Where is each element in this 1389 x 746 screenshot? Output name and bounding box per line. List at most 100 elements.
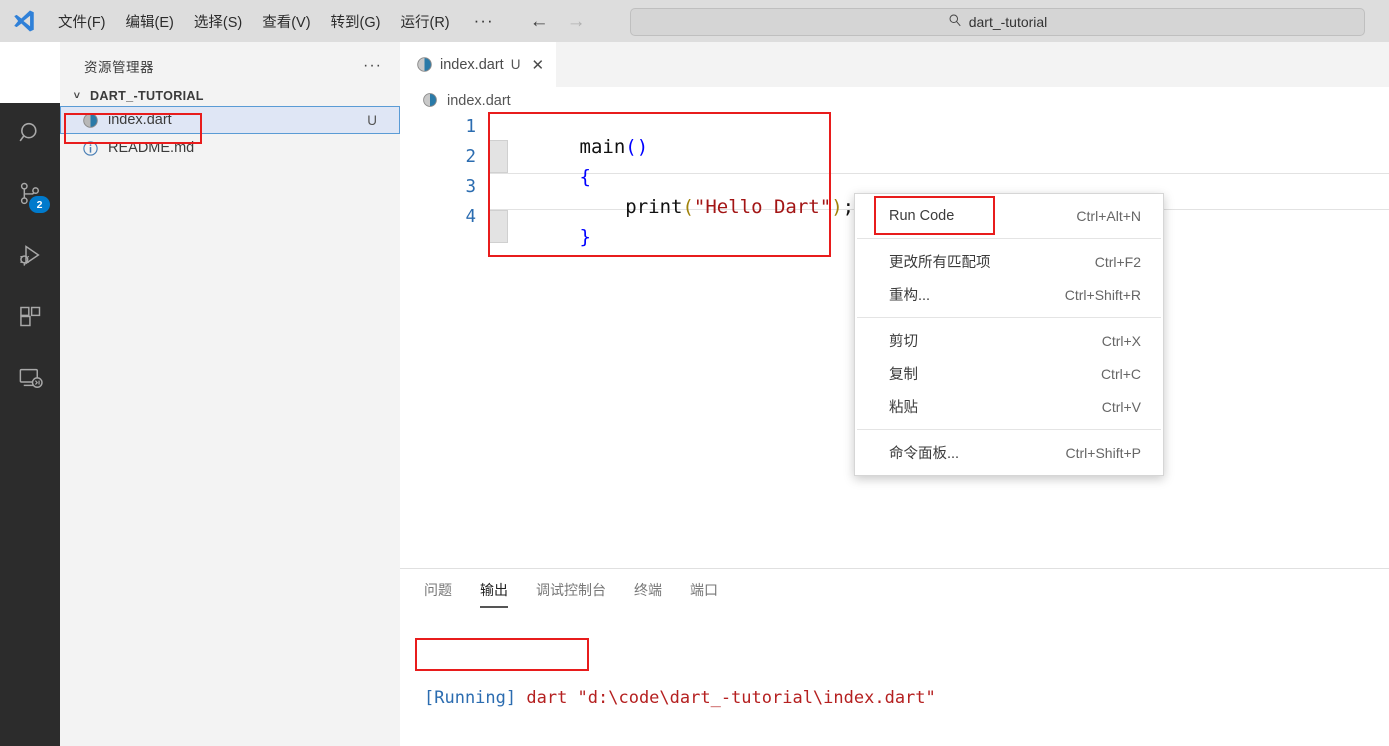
context-menu-shortcut: Ctrl+Shift+R — [1064, 286, 1141, 303]
token-close-brace: } — [579, 226, 591, 248]
file-item-index-dart[interactable]: index.dart U — [60, 106, 400, 134]
panel-tab-bar: 问题 输出 调试控制台 终端 端口 — [400, 569, 1389, 609]
line-number-4: 4 — [465, 207, 476, 227]
arrow-left-icon[interactable]: ← — [530, 12, 549, 31]
context-menu-shortcut: Ctrl+Alt+N — [1076, 207, 1141, 224]
search-input-value: dart_-tutorial — [968, 14, 1048, 30]
editor-tab-strip: index.dart U ✕ — [400, 42, 1389, 87]
context-menu-label: 命令面板... — [889, 446, 960, 462]
panel-tab-terminal[interactable]: 终端 — [634, 580, 662, 608]
tab-label: index.dart — [440, 56, 504, 73]
activity-item-search[interactable] — [0, 103, 60, 164]
context-menu-shortcut: Ctrl+Shift+P — [1065, 444, 1141, 461]
menu-edit[interactable]: 编辑(E) — [116, 7, 184, 36]
menu-selection[interactable]: 选择(S) — [184, 7, 252, 36]
folder-root-dart-tutorial[interactable]: ˅ DART_-TUTORIAL — [60, 86, 400, 106]
activity-item-run-debug[interactable] — [0, 225, 60, 286]
editor-context-menu[interactable]: Run Code Ctrl+Alt+N 更改所有匹配项 Ctrl+F2 重构..… — [854, 193, 1164, 476]
menu-go[interactable]: 转到(G) — [321, 7, 391, 36]
file-item-readme-md[interactable]: README.md — [60, 134, 400, 162]
info-file-icon — [82, 140, 99, 157]
token-print: print — [579, 196, 683, 218]
search-icon — [19, 122, 37, 142]
menu-file[interactable]: 文件(F) — [48, 7, 116, 36]
line-number-2: 2 — [465, 147, 476, 167]
file-label-readme-md: README.md — [108, 140, 195, 156]
menu-bar: 文件(F) 编辑(E) 选择(S) 查看(V) 转到(G) 运行(R) ··· — [48, 7, 508, 36]
panel-tab-problems[interactable]: 问题 — [424, 580, 452, 608]
activity-item-explorer[interactable] — [0, 42, 60, 103]
menu-view[interactable]: 查看(V) — [252, 7, 320, 36]
context-menu-label: 复制 — [889, 367, 918, 383]
token-lparen: ( — [682, 196, 694, 218]
context-menu-shortcut: Ctrl+C — [1100, 365, 1141, 382]
context-menu-separator — [857, 238, 1161, 239]
context-menu-item-paste[interactable]: 粘贴 Ctrl+V — [855, 390, 1163, 423]
token-parens: () — [625, 136, 649, 158]
panel-tab-ports[interactable]: 端口 — [690, 580, 718, 608]
files-icon — [21, 61, 40, 84]
extensions-icon — [19, 306, 40, 327]
explorer-more-button[interactable]: ··· — [363, 58, 382, 74]
token-string-hello-dart: "Hello Dart" — [693, 196, 832, 218]
tab-index-dart[interactable]: index.dart U ✕ — [400, 42, 557, 87]
context-menu-label: 重构... — [889, 288, 931, 304]
file-label-index-dart: index.dart — [108, 112, 172, 128]
vscode-window: 文件(F) 编辑(E) 选择(S) 查看(V) 转到(G) 运行(R) ··· … — [0, 0, 1389, 746]
close-icon[interactable]: ✕ — [531, 56, 544, 74]
panel-tab-debug-console[interactable]: 调试控制台 — [536, 580, 606, 608]
dart-file-icon — [422, 92, 439, 109]
run-debug-icon — [19, 245, 40, 266]
token-semicolon: ; — [842, 196, 855, 218]
explorer-sidebar: 资源管理器 ··· ˅ DART_-TUTORIAL index.dart U — [60, 42, 401, 746]
dart-file-icon — [82, 112, 99, 129]
activity-item-extensions[interactable] — [0, 286, 60, 347]
context-menu-label: 剪切 — [889, 334, 918, 350]
context-menu-item-refactor[interactable]: 重构... Ctrl+Shift+R — [855, 278, 1163, 311]
context-menu-shortcut: Ctrl+V — [1101, 398, 1141, 415]
command-center-search[interactable]: dart_-tutorial — [630, 8, 1365, 36]
code-line-4: } — [488, 204, 591, 270]
explorer-title: 资源管理器 — [84, 60, 154, 75]
context-menu-label: 更改所有匹配项 — [889, 255, 991, 271]
dart-file-icon — [416, 56, 433, 73]
context-menu-item-copy[interactable]: 复制 Ctrl+C — [855, 357, 1163, 390]
tab-dirty-badge: U — [510, 57, 521, 72]
file-status-badge-u: U — [367, 112, 377, 128]
context-menu-separator — [857, 429, 1161, 430]
activity-item-remote[interactable] — [0, 347, 60, 408]
breadcrumb-label: index.dart — [447, 92, 511, 109]
breadcrumb[interactable]: index.dart — [400, 87, 1389, 114]
context-menu-shortcut: Ctrl+F2 — [1094, 253, 1141, 270]
explorer-header: 资源管理器 ··· — [60, 42, 400, 86]
activity-bar: 2 — [0, 42, 60, 746]
context-menu-label: 粘贴 — [889, 400, 918, 416]
context-menu-item-run-code[interactable]: Run Code Ctrl+Alt+N — [855, 199, 1163, 232]
context-menu-shortcut: Ctrl+X — [1101, 332, 1141, 349]
menu-run[interactable]: 运行(R) — [390, 7, 459, 36]
line-number-1: 1 — [465, 117, 476, 137]
chevron-down-icon: ˅ — [73, 90, 81, 102]
output-running-tag: [Running] — [424, 688, 517, 708]
activity-item-source-control[interactable]: 2 — [0, 164, 60, 225]
context-menu-item-command-palette[interactable]: 命令面板... Ctrl+Shift+P — [855, 436, 1163, 469]
navigation-arrows: ← → — [530, 12, 586, 31]
panel-tab-output[interactable]: 输出 — [480, 580, 508, 608]
output-line-running: [Running] dart "d:\code\dart_-tutorial\i… — [424, 683, 1389, 713]
title-bar: 文件(F) 编辑(E) 选择(S) 查看(V) 转到(G) 运行(R) ··· … — [0, 0, 1389, 42]
context-menu-item-change-all-occurrences[interactable]: 更改所有匹配项 Ctrl+F2 — [855, 245, 1163, 278]
folder-root-label: DART_-TUTORIAL — [90, 89, 204, 103]
source-control-badge: 2 — [29, 196, 50, 213]
token-rparen: ) — [831, 196, 843, 218]
context-menu-item-cut[interactable]: 剪切 Ctrl+X — [855, 324, 1163, 357]
line-number-3: 3 — [465, 177, 476, 197]
context-menu-separator — [857, 317, 1161, 318]
context-menu-label: Run Code — [889, 207, 955, 224]
search-icon — [948, 13, 962, 32]
remote-explorer-icon — [19, 368, 43, 389]
vscode-logo-icon — [0, 0, 48, 42]
bottom-panel: 问题 输出 调试控制台 终端 端口 [Running] dart "d:\cod… — [400, 568, 1389, 746]
arrow-right-icon[interactable]: → — [567, 12, 586, 31]
menu-more-button[interactable]: ··· — [460, 12, 508, 29]
output-console[interactable]: [Running] dart "d:\code\dart_-tutorial\i… — [400, 609, 1389, 746]
